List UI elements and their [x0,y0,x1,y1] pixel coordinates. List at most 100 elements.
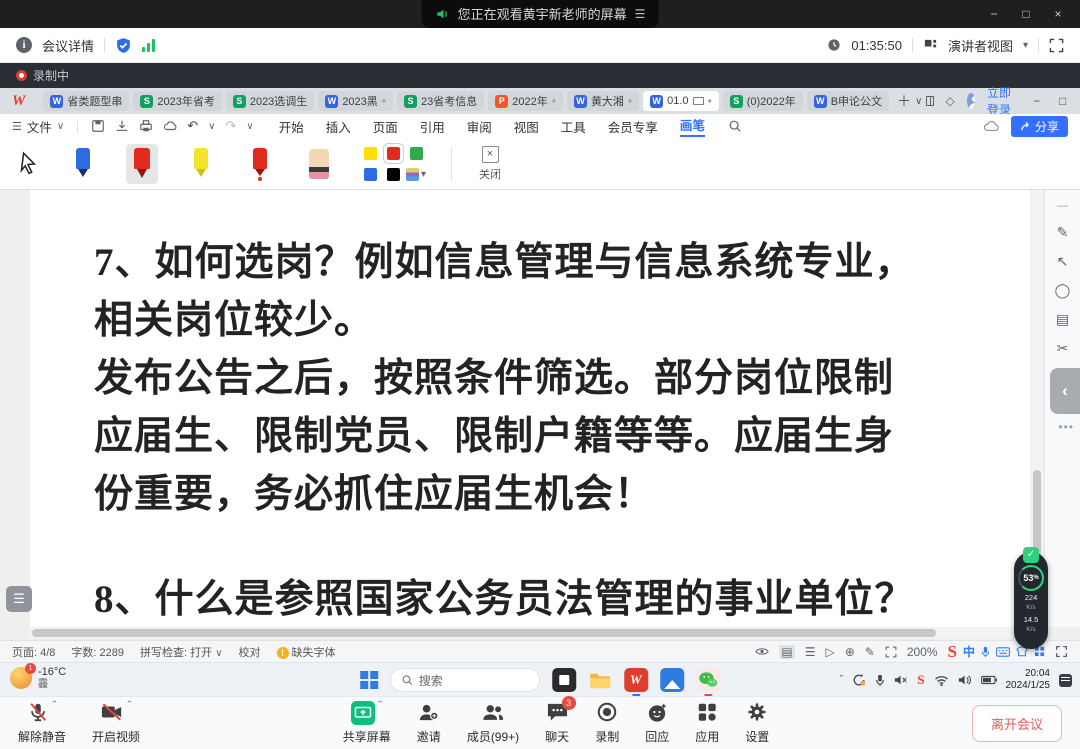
sidebar-collapse-tab[interactable]: ‹ [1050,368,1080,414]
spellcheck-toggle[interactable]: 拼写检查: 打开 ∨ [140,644,223,660]
card-view-icon[interactable]: ▤ [1056,311,1069,328]
wps-tab-5[interactable]: S23省考信息 [397,91,484,111]
web-layout-icon[interactable]: ⊕ [845,645,855,659]
keyboard-icon[interactable] [996,647,1010,657]
wps-tab-6[interactable]: P2022年• [488,91,563,111]
network-signal-icon[interactable] [142,38,155,52]
volume-icon[interactable] [958,674,972,686]
cursor-tool[interactable] [18,151,40,177]
select-cursor-icon[interactable]: ↖ [1057,253,1069,270]
menu-page[interactable]: 页面 [373,117,398,136]
wps-tab-4[interactable]: W2023黑• [318,91,393,111]
start-video-button[interactable]: ˆ 开启视频 [92,701,140,745]
wps-tab-7[interactable]: W黄大湘• [567,91,639,111]
swatch-yellow[interactable] [364,147,377,160]
yellow-highlighter-tool[interactable] [185,144,217,184]
swatch-more[interactable]: ▾ [406,168,426,181]
floating-toolbar-handle[interactable]: ☰ [6,586,32,612]
fit-page-icon[interactable] [885,646,897,658]
taskbar-app-explorer[interactable] [588,668,612,692]
wps-tab-2[interactable]: S2023年省考 [133,91,221,111]
word-count-icon[interactable]: ◯ [1055,282,1071,299]
wps-restore-button[interactable]: □ [1050,94,1076,108]
document-page[interactable]: 7、如何选岗？例如信息管理与信息系统专业， 相关岗位较少。 发布公告之后，按照条… [30,190,1030,627]
sync-tray-icon[interactable] [852,673,866,687]
view-mode-dropdown[interactable]: 演讲者视图 [948,36,1013,55]
page-layout-icon[interactable]: ▤ [779,645,794,659]
tray-expand-chevron[interactable]: ˆ [840,674,844,686]
save-icon[interactable] [91,119,105,133]
wps-tab-9[interactable]: S(0)2022年 [723,91,803,111]
wps-logo[interactable]: W [12,93,25,110]
react-button[interactable]: 回应 [645,701,669,745]
pinyin-mode-indicator[interactable]: 中 [963,643,975,660]
search-icon[interactable] [728,119,742,133]
apps-button[interactable]: 应用 [695,701,719,745]
taskbar-weather-widget[interactable]: 1 -16°C 霾 [10,666,66,690]
collapse-strip-icon[interactable]: — [1057,200,1068,212]
share-screen-button[interactable]: ˆ 共享屏幕 [343,701,391,745]
missing-font-warning[interactable]: !缺失字体 [277,644,336,660]
taskbar-app-photos[interactable] [660,668,684,692]
taskbar-app-taskview[interactable] [552,668,576,692]
horizontal-scrollbar[interactable] [30,628,1020,638]
members-button[interactable]: 成员(99+) [467,701,519,745]
wps-close-button[interactable]: × [1076,94,1080,108]
window-close-button[interactable]: × [1042,0,1074,28]
annotate-pen-icon[interactable]: ✎ [1057,224,1069,241]
menu-member[interactable]: 会员专享 [608,117,658,136]
proofread-button[interactable]: 校对 [239,644,261,660]
meeting-details-link[interactable]: 会议详情 [42,36,94,55]
cloud-icon[interactable] [983,119,999,133]
battery-icon[interactable] [981,675,997,685]
chat-button[interactable]: 3 聊天 [545,701,569,745]
printer-icon[interactable] [139,119,153,133]
new-tab-button[interactable]: ＋ [897,91,911,111]
red-brush-tool[interactable] [244,144,276,184]
invite-button[interactable]: 邀请 [417,701,441,745]
window-maximize-button[interactable]: □ [1010,0,1042,28]
wps-tab-1[interactable]: W省类题型串 [43,91,129,111]
share-button[interactable]: 分享 [1011,116,1068,137]
eye-icon[interactable] [755,646,769,657]
speaker-mute-tray-icon[interactable] [894,674,908,686]
start-button[interactable] [360,671,378,689]
outline-view-icon[interactable]: ☰ [805,645,816,659]
menu-tools[interactable]: 工具 [561,117,586,136]
swatch-blue[interactable] [364,168,377,181]
undo-icon[interactable]: ↶ [187,118,198,134]
edit-pen-icon[interactable]: ✎ [865,645,875,659]
taskbar-app-wps[interactable]: W [624,668,648,692]
zoom-level[interactable]: 200% [907,645,938,659]
more-dots-icon[interactable]: ••• [1058,420,1074,434]
wifi-icon[interactable] [934,675,949,686]
share-options-chevron[interactable]: ˆ [378,701,382,711]
sogou-tray-icon[interactable]: S [917,672,924,688]
unmute-button[interactable]: ˆ 解除静音 [18,701,66,745]
file-menu[interactable]: ☰ 文件 ∨ [12,117,64,136]
menu-insert[interactable]: 插入 [326,117,351,136]
taskbar-search-box[interactable]: 搜索 [390,668,540,692]
window-minimize-button[interactable]: − [978,0,1010,28]
tab-list-chevron[interactable]: ∨ [915,96,922,107]
red-marker-tool-selected[interactable] [126,144,158,184]
menu-home[interactable]: 开始 [279,117,304,136]
taskbar-app-wechat[interactable] [696,668,720,692]
cloud-sync-icon[interactable] [163,119,177,133]
export-icon[interactable] [115,119,129,133]
annotation-close-button[interactable]: × 关闭 [479,146,501,182]
play-slideshow-icon[interactable]: ▷ [825,645,834,659]
net-speed-widget[interactable]: ✓ 53% 224K/s 14.5K/s [1014,552,1048,649]
wps-tab-3[interactable]: S2023选调生 [226,91,314,111]
sogou-logo[interactable]: S [948,642,957,662]
split-view-icon[interactable] [926,96,933,106]
audio-options-chevron[interactable]: ˆ [52,701,56,711]
login-link[interactable]: 立即登录 [987,84,1012,118]
undo-chevron[interactable]: ∨ [208,121,215,132]
notification-center-icon[interactable] [1059,674,1072,687]
menu-review[interactable]: 审阅 [467,117,492,136]
record-button[interactable]: 录制 [595,701,619,745]
swatch-green[interactable] [410,147,423,160]
video-options-chevron[interactable]: ˆ [127,701,131,711]
eraser-tool[interactable] [303,145,335,183]
